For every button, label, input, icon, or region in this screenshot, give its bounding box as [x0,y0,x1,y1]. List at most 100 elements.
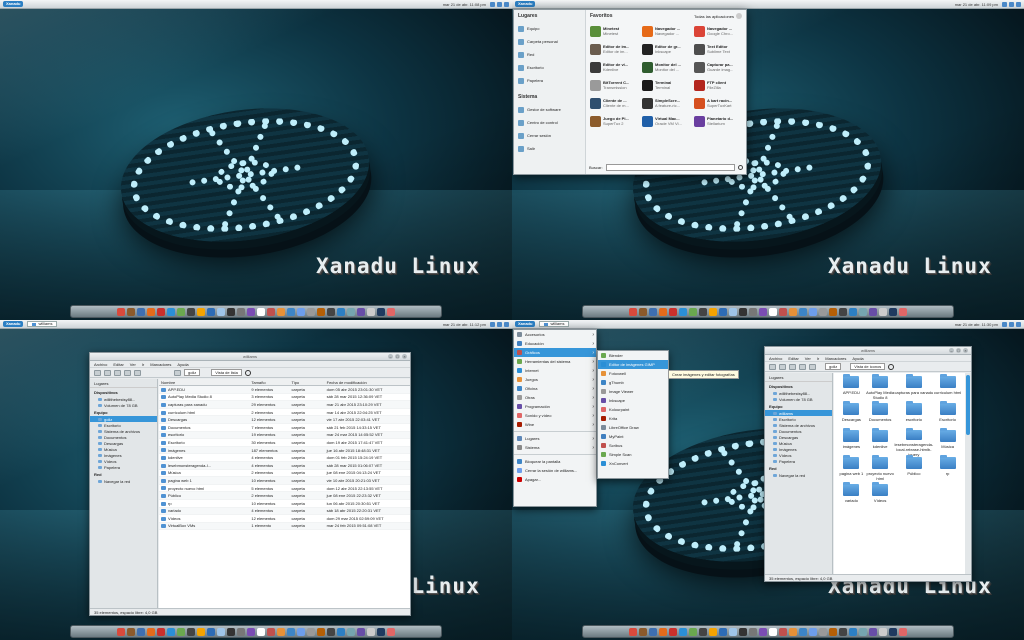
dock-app-icon[interactable] [779,627,787,636]
dock-app-icon[interactable] [247,307,255,316]
dock-app-icon[interactable] [367,307,375,316]
dock-app-icon[interactable] [147,627,155,636]
kickoff-system-item[interactable]: Cerrar sesión [514,129,585,142]
dock-app-icon[interactable] [277,627,285,636]
dock-app-icon[interactable] [117,627,125,636]
favorite-app[interactable]: Editor de im... Editor de im... [588,40,640,58]
back-icon[interactable] [769,363,776,370]
dock-app-icon[interactable] [337,627,345,636]
submenu-item[interactable]: gThumb [598,378,668,387]
window-titlebar[interactable]: williams – □ × [765,347,971,355]
folder-item[interactable]: AutoPlay Media Studio 8 [866,374,895,403]
dock-app-icon[interactable] [629,307,637,316]
column-header[interactable]: Tamaño [249,380,289,385]
dock-app-icon[interactable] [187,627,195,636]
dock-app-icon[interactable] [237,627,245,636]
view-mode-select[interactable]: Vista de iconos [850,363,886,370]
dock-app-icon[interactable] [237,307,245,316]
dock-app-icon[interactable] [749,627,757,636]
dock-app-icon[interactable] [719,627,727,636]
dock-app-icon[interactable] [859,307,867,316]
dock-app-icon[interactable] [689,627,697,636]
sidebar-item-network[interactable]: Navegar la red [765,472,832,478]
table-row[interactable]: Música 2 elementos carpeta jue 08 ene 2015 … [159,470,410,478]
home-icon[interactable] [799,363,806,370]
menu-category[interactable]: Accesorios › [514,330,596,339]
dock-app-icon[interactable] [167,307,175,316]
folder-item[interactable]: pagina web 1 [837,455,866,484]
panel-clock[interactable]: mar 21 de abr. 11:30 pm [955,322,998,327]
dock-app-icon[interactable] [247,627,255,636]
dock-app-icon[interactable] [849,307,857,316]
table-row[interactable]: AutoPlay Media Studio 8 3 elementos carpet… [159,394,410,402]
dock-app-icon[interactable] [819,307,827,316]
dock-app-icon[interactable] [227,307,235,316]
folder-item[interactable]: rp [933,455,962,484]
dock-app-icon[interactable] [147,307,155,316]
menu-action[interactable]: Cerrar la sesión de williams... [514,466,596,475]
folder-item[interactable]: imágenes [837,428,866,457]
column-header[interactable]: Nombre [159,380,249,385]
dock-app-icon[interactable] [839,627,847,636]
folder-item[interactable]: APP.EDU [837,374,866,403]
search-icon[interactable] [738,165,743,170]
favorite-app[interactable]: A kart racin... SuperTuxKart [692,94,744,112]
dock-app-icon[interactable] [789,627,797,636]
folder-item[interactable]: variado [837,482,866,511]
dock-app-icon[interactable] [769,627,777,636]
kickoff-place-item[interactable]: Carpeta personal [514,35,585,48]
sidebar-item-network[interactable]: Navegar la red [90,478,157,484]
dock-app-icon[interactable] [739,307,747,316]
favorite-app[interactable]: SimpleScre... A feature-ric... [640,94,692,112]
launcher-button[interactable]: Xanadu [3,321,24,327]
dock[interactable] [582,625,954,638]
dock-app-icon[interactable] [377,307,385,316]
menu-category[interactable]: Sistema › [514,443,596,452]
submenu-item[interactable]: Kolourpaint [598,405,668,414]
kickoff-place-item[interactable]: Red [514,48,585,61]
close-icon[interactable]: × [402,354,407,359]
menu-category[interactable]: Oficina › [514,384,596,393]
scrollbar[interactable] [965,373,971,574]
submenu-item[interactable]: Scribus [598,441,668,450]
dock-app-icon[interactable] [387,307,395,316]
system-tray[interactable] [1002,1,1021,7]
folder-item[interactable]: lesebmonsteragenda-local-release-htmlb-j… [895,428,933,457]
dock-app-icon[interactable] [177,307,185,316]
dock-app-icon[interactable] [859,627,867,636]
dock-app-icon[interactable] [157,307,165,316]
submenu-item[interactable]: Inkscape [598,396,668,405]
dock-app-icon[interactable] [127,307,135,316]
dock-app-icon[interactable] [649,627,657,636]
table-row[interactable]: capturas para xanadu 29 elementos carpeta m… [159,401,410,409]
favorite-app[interactable]: Minetest Minetest [588,22,640,40]
dock-app-icon[interactable] [227,627,235,636]
table-row[interactable]: escritorio 19 elementos carpeta mar 24 mar … [159,431,410,440]
panel-clock[interactable]: mar 21 de abr. 11:08 pm [443,2,486,7]
menu-item[interactable]: Marcadores [825,356,846,361]
table-row[interactable]: curriculum html 2 elementos carpeta mar 14 … [159,409,410,417]
dock-app-icon[interactable] [809,307,817,316]
dock-app-icon[interactable] [117,307,125,316]
dock-app-icon[interactable] [157,627,165,636]
dock-app-icon[interactable] [307,307,315,316]
table-row[interactable]: pagina web 1 10 elementos carpeta vie 10 ab… [159,477,410,485]
favorite-app[interactable]: Terminal Terminal [640,76,692,94]
menu-category[interactable]: Herramientas del sistema › [514,357,596,366]
dock-app-icon[interactable] [197,307,205,316]
up-icon[interactable] [114,369,121,376]
dock-app-icon[interactable] [869,627,877,636]
dock-app-icon[interactable] [257,627,265,636]
table-row[interactable]: Descargas 12 elementos carpeta vie 17 abr 2… [159,416,410,424]
dock-app-icon[interactable] [789,307,797,316]
menu-item[interactable]: Ayuda [177,362,188,367]
dock-app-icon[interactable] [297,627,305,636]
dock-app-icon[interactable] [829,627,837,636]
panel-clock[interactable]: mar 21 de abr. 11:09 pm [955,2,998,7]
dock-app-icon[interactable] [317,307,325,316]
dock-app-icon[interactable] [829,307,837,316]
dock-app-icon[interactable] [669,627,677,636]
sidebar-places-header[interactable]: Lugares [90,379,157,388]
table-row[interactable]: lesebmonsteragenda-l... 4 elementos carpet… [159,461,410,470]
table-row[interactable]: imágenes 187 elementos carpeta jue 16 abr 2… [159,446,410,455]
